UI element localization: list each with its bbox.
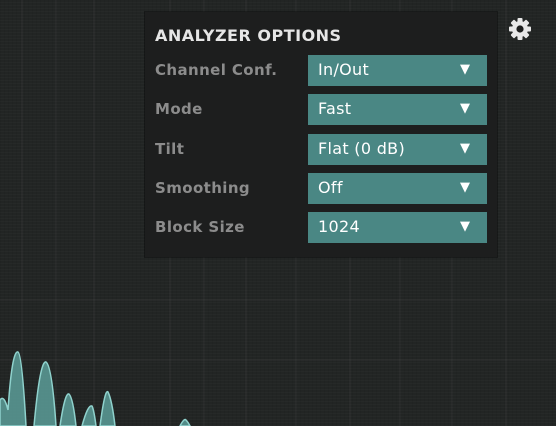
channel-conf-label: Channel Conf. xyxy=(155,61,278,79)
panel-title: ANALYZER OPTIONS xyxy=(155,26,342,45)
smoothing-row: Smoothing Off ▼ xyxy=(145,173,497,204)
channel-conf-dropdown[interactable]: In/Out ▼ xyxy=(308,55,487,86)
channel-conf-value: In/Out xyxy=(318,60,370,79)
settings-button[interactable] xyxy=(506,15,534,43)
mode-row: Mode Fast ▼ xyxy=(145,94,497,125)
smoothing-dropdown[interactable]: Off ▼ xyxy=(308,173,487,204)
smoothing-value: Off xyxy=(318,178,343,197)
analyzer-options-panel: ANALYZER OPTIONS Channel Conf. In/Out ▼ … xyxy=(145,12,497,257)
caret-down-icon: ▼ xyxy=(460,62,470,77)
tilt-dropdown[interactable]: Flat (0 dB) ▼ xyxy=(308,134,487,165)
caret-down-icon: ▼ xyxy=(460,141,470,156)
gear-icon xyxy=(509,18,531,40)
block-size-label: Block Size xyxy=(155,218,245,236)
caret-down-icon: ▼ xyxy=(460,101,470,116)
smoothing-label: Smoothing xyxy=(155,179,251,197)
block-size-value: 1024 xyxy=(318,217,360,236)
spectrum-curve xyxy=(0,351,191,426)
caret-down-icon: ▼ xyxy=(460,180,470,195)
mode-dropdown[interactable]: Fast ▼ xyxy=(308,94,487,125)
block-size-row: Block Size 1024 ▼ xyxy=(145,212,497,243)
tilt-row: Tilt Flat (0 dB) ▼ xyxy=(145,134,497,165)
mode-label: Mode xyxy=(155,100,203,118)
block-size-dropdown[interactable]: 1024 ▼ xyxy=(308,212,487,243)
tilt-label: Tilt xyxy=(155,140,185,158)
tilt-value: Flat (0 dB) xyxy=(318,139,405,158)
channel-conf-row: Channel Conf. In/Out ▼ xyxy=(145,55,497,86)
mode-value: Fast xyxy=(318,99,352,118)
caret-down-icon: ▼ xyxy=(460,219,470,234)
